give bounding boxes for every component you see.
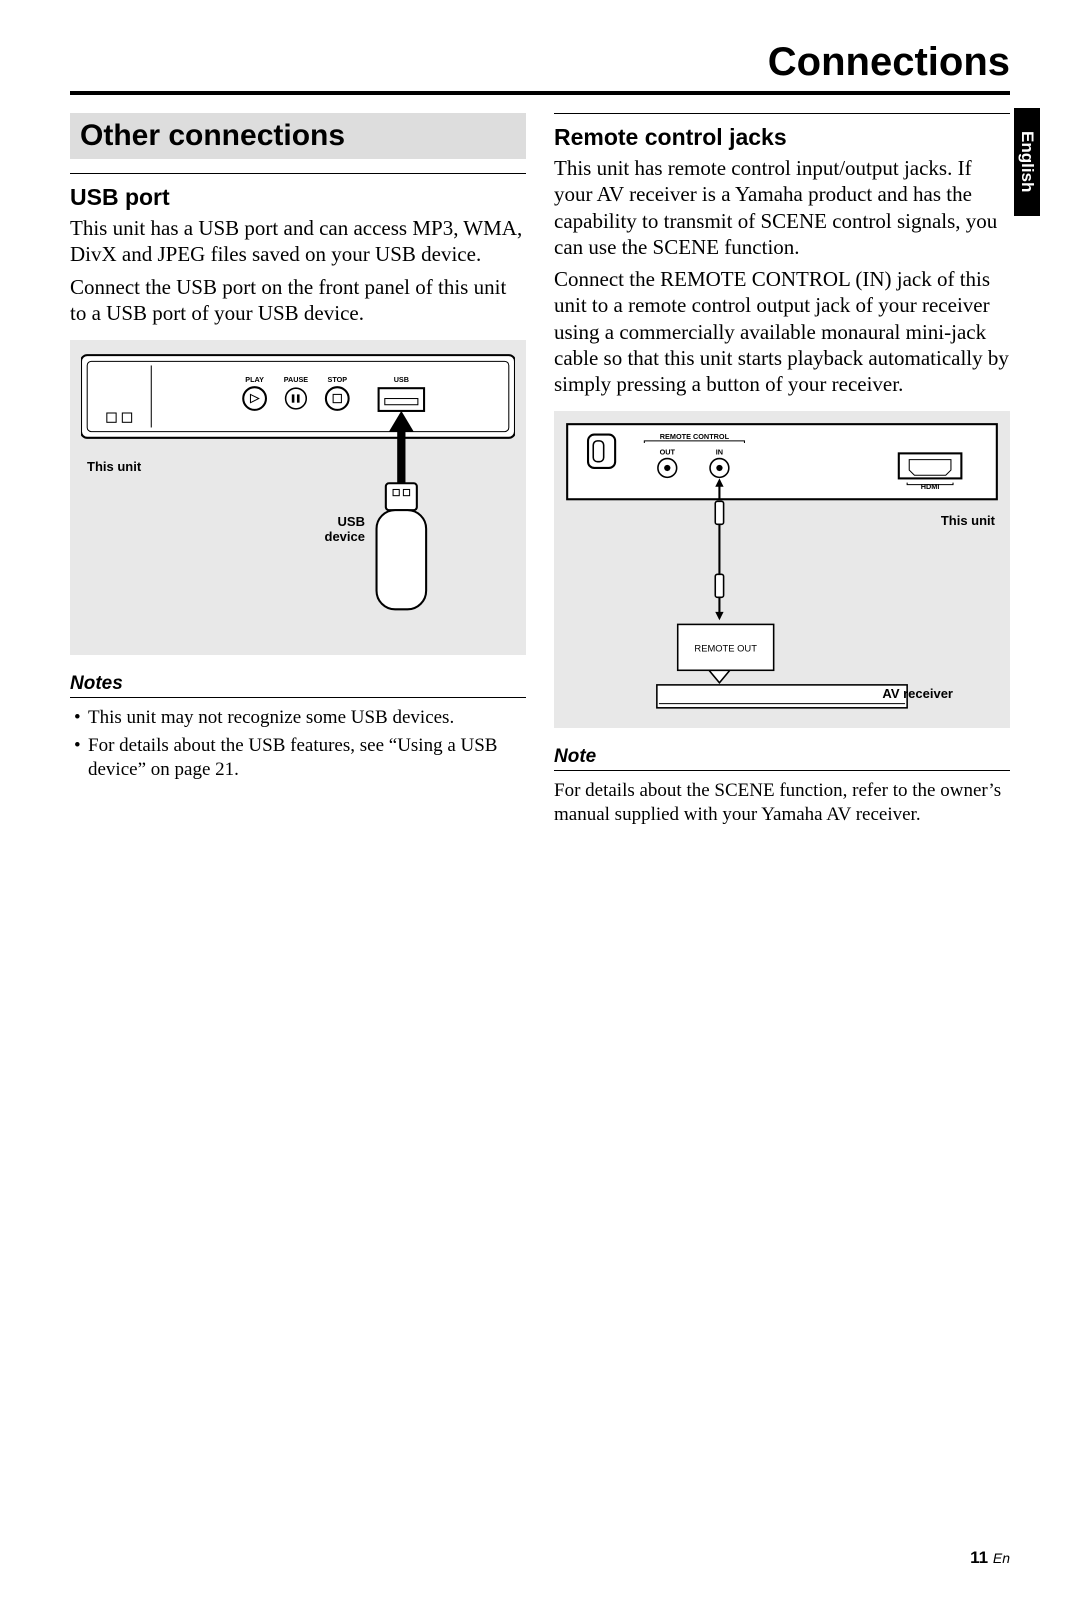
usb-diagram-svg: PLAY PAUSE STOP USB (81, 351, 515, 630)
notes-label-left: Notes (70, 673, 526, 698)
svg-text:REMOTE OUT: REMOTE OUT (694, 644, 757, 654)
svg-text:IN: IN (716, 448, 723, 457)
chapter-title: Connections (70, 40, 1010, 95)
svg-text:REMOTE CONTROL: REMOTE CONTROL (660, 432, 730, 441)
svg-text:PAUSE: PAUSE (284, 375, 309, 384)
svg-text:HDMI: HDMI (921, 482, 940, 491)
usb-diagram: PLAY PAUSE STOP USB (70, 340, 526, 655)
divider (554, 113, 1010, 114)
note-item: This unit may not recognize some USB dev… (74, 706, 526, 730)
svg-text:USB: USB (394, 375, 409, 384)
page-number: 11 En (970, 1548, 1010, 1568)
note-label-right: Note (554, 746, 1010, 771)
language-tab: English (1014, 108, 1040, 216)
section-title: Other connections (70, 113, 526, 159)
content-columns: Other connections USB port This unit has… (70, 113, 1010, 827)
svg-text:STOP: STOP (328, 375, 348, 384)
remote-diagram-svg: REMOTE CONTROL OUT IN HDMI (563, 420, 1001, 712)
note-item: For details about the USB features, see … (74, 734, 526, 782)
right-column: Remote control jacks This unit has remot… (554, 113, 1010, 827)
this-unit-label-right: This unit (563, 513, 1001, 528)
remote-paragraph-1: This unit has remote control input/outpu… (554, 155, 1010, 260)
remote-diagram: REMOTE CONTROL OUT IN HDMI (554, 411, 1010, 728)
this-unit-label-left: This unit (87, 459, 515, 474)
notes-list-left: This unit may not recognize some USB dev… (70, 706, 526, 781)
usb-paragraph-1: This unit has a USB port and can access … (70, 215, 526, 268)
svg-text:OUT: OUT (660, 448, 676, 457)
usb-paragraph-2: Connect the USB port on the front panel … (70, 274, 526, 327)
svg-text:PLAY: PLAY (245, 375, 264, 384)
divider (70, 173, 526, 174)
note-text-right: For details about the SCENE function, re… (554, 779, 1010, 827)
remote-jacks-heading: Remote control jacks (554, 124, 1010, 151)
usb-port-heading: USB port (70, 184, 526, 211)
av-receiver-label: AV receiver (563, 686, 1001, 701)
remote-paragraph-2: Connect the REMOTE CONTROL (IN) jack of … (554, 266, 1010, 397)
left-column: Other connections USB port This unit has… (70, 113, 526, 827)
